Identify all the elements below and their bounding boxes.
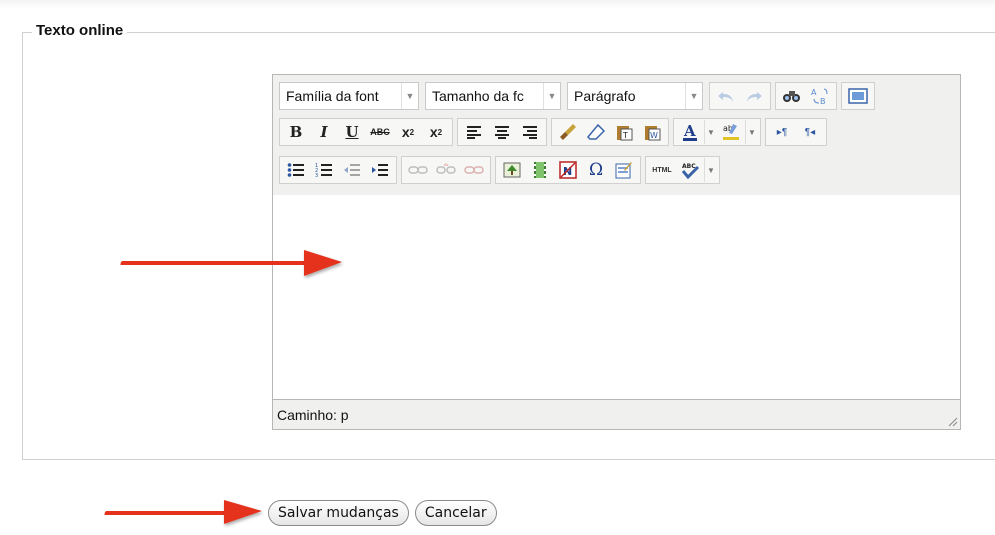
color-group: A ▼ ab ▼: [673, 118, 761, 146]
text-style-group: B I U ABC x2 x2: [279, 118, 453, 146]
align-center-icon[interactable]: [489, 120, 515, 144]
chevron-down-icon: ▼: [401, 83, 418, 109]
search-group: AB: [775, 82, 837, 110]
font-size-select[interactable]: Tamanho da fc ▼: [425, 82, 561, 110]
outdent-icon[interactable]: [339, 158, 365, 182]
list-group: 123: [279, 156, 397, 184]
special-char-icon[interactable]: Ω: [583, 158, 609, 182]
chevron-down-icon[interactable]: ▼: [704, 158, 717, 182]
highlight-color-icon[interactable]: ab: [718, 120, 744, 144]
fieldset-legend: Texto online: [32, 22, 128, 39]
insert-group: N Ω: [495, 156, 641, 184]
toolbar-row-2: B I U ABC x2 x2 T W A ▼ ab ▼ ▸¶ ¶◂: [279, 117, 831, 147]
paste-word-icon[interactable]: W: [639, 120, 665, 144]
eraser-icon[interactable]: [583, 120, 609, 144]
insert-date-icon[interactable]: [611, 158, 637, 182]
toolbar-row-3: 123 N Ω HTML ABC ▼: [279, 155, 724, 185]
history-group: [709, 82, 771, 110]
italic-icon[interactable]: I: [311, 120, 337, 144]
numbered-list-icon[interactable]: 123: [311, 158, 337, 182]
svg-text:W: W: [650, 131, 658, 140]
superscript-icon[interactable]: x2: [423, 120, 449, 144]
fullscreen-group: [841, 82, 875, 110]
align-left-icon[interactable]: [461, 120, 487, 144]
alignment-group: [457, 118, 547, 146]
editor-content-area[interactable]: [273, 195, 960, 400]
cancel-button[interactable]: Cancelar: [414, 500, 497, 526]
chevron-down-icon: ▼: [543, 83, 560, 109]
format-select[interactable]: Parágrafo ▼: [567, 82, 703, 110]
media-icon[interactable]: [527, 158, 553, 182]
rtl-icon[interactable]: ¶◂: [797, 120, 823, 144]
image-icon[interactable]: [499, 158, 525, 182]
svg-text:B: B: [820, 97, 826, 105]
text-color-icon[interactable]: A: [677, 120, 703, 144]
bullet-list-icon[interactable]: [283, 158, 309, 182]
rich-text-editor: Família da font ▼ Tamanho da fc ▼ Parágr…: [272, 74, 961, 430]
nolink-icon[interactable]: N: [555, 158, 581, 182]
fullscreen-icon[interactable]: [845, 84, 871, 108]
cleanup-brush-icon[interactable]: [555, 120, 581, 144]
unlink-icon[interactable]: [433, 158, 459, 182]
replace-icon[interactable]: AB: [807, 84, 833, 108]
redo-icon[interactable]: [741, 84, 767, 108]
undo-icon[interactable]: [713, 84, 739, 108]
strikethrough-icon[interactable]: ABC: [367, 120, 393, 144]
direction-group: ▸¶ ¶◂: [765, 118, 827, 146]
form-actions: Salvar mudanças Cancelar: [268, 500, 503, 526]
svg-text:A: A: [683, 122, 696, 140]
find-icon[interactable]: [779, 84, 805, 108]
toolbar-row-1: Família da font ▼ Tamanho da fc ▼ Parágr…: [279, 81, 879, 111]
spellcheck-icon[interactable]: ABC: [677, 158, 703, 182]
indent-icon[interactable]: [367, 158, 393, 182]
html-source-icon[interactable]: HTML: [649, 158, 675, 182]
anchor-icon[interactable]: [461, 158, 487, 182]
link-icon[interactable]: [405, 158, 431, 182]
font-family-select[interactable]: Família da font ▼: [279, 82, 419, 110]
link-group: [401, 156, 491, 184]
svg-text:T: T: [622, 131, 628, 140]
element-path: Caminho: p: [277, 406, 349, 423]
chevron-down-icon[interactable]: ▼: [745, 120, 758, 144]
underline-icon[interactable]: U: [339, 120, 365, 144]
clean-paste-group: T W: [551, 118, 669, 146]
chevron-down-icon[interactable]: ▼: [704, 120, 717, 144]
chevron-down-icon: ▼: [685, 83, 702, 109]
editor-toolbar: Família da font ▼ Tamanho da fc ▼ Parágr…: [273, 75, 960, 196]
bold-icon[interactable]: B: [283, 120, 309, 144]
align-right-icon[interactable]: [517, 120, 543, 144]
resize-handle-icon[interactable]: [946, 415, 958, 427]
html-group: HTML ABC ▼: [645, 156, 720, 184]
paste-text-icon[interactable]: T: [611, 120, 637, 144]
ltr-icon[interactable]: ▸¶: [769, 120, 795, 144]
subscript-icon[interactable]: x2: [395, 120, 421, 144]
save-changes-button[interactable]: Salvar mudanças: [268, 500, 409, 526]
svg-text:A: A: [811, 88, 817, 97]
arrow-to-editor: [120, 250, 342, 276]
editor-statusbar: Caminho: p: [273, 399, 960, 429]
arrow-to-save: [104, 500, 262, 524]
svg-text:3: 3: [315, 173, 318, 178]
